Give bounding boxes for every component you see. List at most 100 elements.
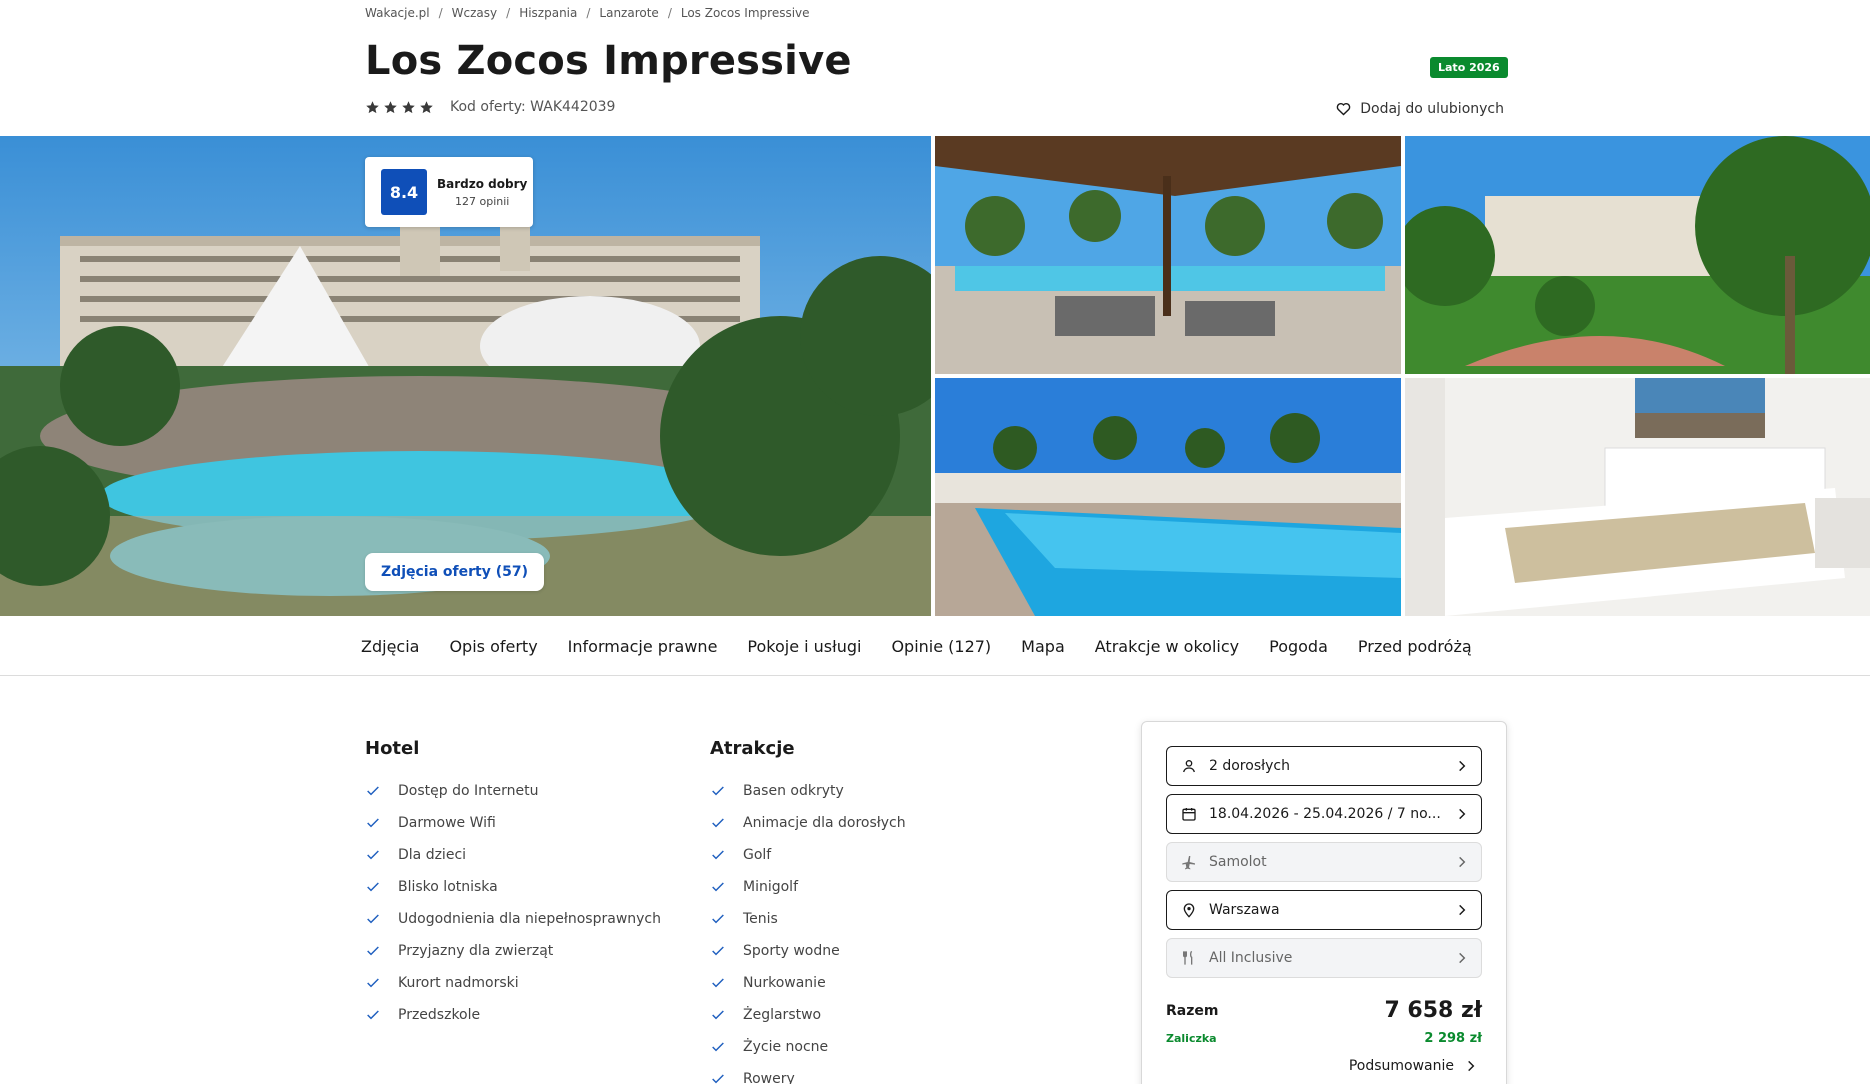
hotel-features-section: Hotel Dostęp do Internetu Darmowe Wifi Dla…: [365, 738, 661, 1031]
gallery-photo-terrace[interactable]: [935, 136, 1401, 374]
hotel-meta-row: Kod oferty: WAK442039: [365, 99, 615, 115]
chevron-right-icon: [1459, 760, 1466, 772]
feature-label: Tenis: [743, 911, 778, 927]
attractions-section: Atrakcje Basen odkryty Animacje dla doros…: [710, 738, 906, 1084]
tab-before-travel[interactable]: Przed podróżą: [1358, 637, 1472, 656]
breadcrumb-link-holidays[interactable]: Wczasy: [452, 6, 497, 20]
tab-reviews[interactable]: Opinie (127): [891, 637, 991, 656]
total-price: 7 658 zł: [1384, 998, 1482, 1023]
breadcrumb: Wakacje.pl / Wczasy / Hiszpania / Lanzar…: [365, 6, 810, 20]
feature-item: Udogodnienia dla niepełnosprawnych: [365, 903, 661, 935]
rating-label: Bardzo dobry: [437, 176, 528, 191]
feature-item: Żeglarstwo: [710, 999, 906, 1031]
dates-value: 18.04.2026 - 25.04.2026 / 7 no...: [1209, 806, 1441, 822]
checkmark-icon: [367, 818, 379, 828]
checkmark-icon: [712, 850, 724, 860]
summary-label: Podsumowanie: [1348, 1058, 1454, 1074]
feature-label: Dostęp do Internetu: [398, 783, 539, 799]
feature-item: Tenis: [710, 903, 906, 935]
pool-terrace-image: [935, 136, 1401, 374]
gallery-photo-garden[interactable]: [1405, 136, 1870, 374]
feature-label: Darmowe Wifi: [398, 815, 496, 831]
departure-city-selector[interactable]: Warszawa: [1166, 890, 1482, 930]
checkmark-icon: [712, 946, 724, 956]
travellers-selector[interactable]: 2 dorosłych: [1166, 746, 1482, 786]
feature-item: Przedszkole: [365, 999, 661, 1031]
heart-icon: [1336, 102, 1351, 116]
rating-count: 127 opinii: [454, 194, 510, 208]
feature-label: Żeglarstwo: [743, 1007, 822, 1023]
feature-label: Animacje dla dorosłych: [743, 815, 906, 831]
feature-item: Kurort nadmorski: [365, 967, 661, 999]
view-photos-button[interactable]: Zdjęcia oferty (57): [365, 553, 544, 591]
feature-item: Basen odkryty: [710, 775, 906, 807]
board-type-selector[interactable]: All Inclusive: [1166, 938, 1482, 978]
gallery-photo-pool[interactable]: [935, 378, 1401, 616]
checkmark-icon: [367, 850, 379, 860]
checkmark-icon: [712, 1074, 724, 1084]
checkmark-icon: [712, 978, 724, 988]
bedroom-image: [1405, 378, 1870, 616]
tab-description[interactable]: Opis oferty: [449, 637, 537, 656]
checkmark-icon: [712, 1042, 724, 1052]
travellers-value: 2 dorosłych: [1209, 758, 1290, 774]
breadcrumb-link-region[interactable]: Lanzarote: [599, 6, 658, 20]
tab-map[interactable]: Mapa: [1021, 637, 1065, 656]
feature-item: Golf: [710, 839, 906, 871]
star-icon: [420, 100, 433, 113]
checkmark-icon: [367, 1010, 379, 1020]
tab-rooms-services[interactable]: Pokoje i usługi: [747, 637, 861, 656]
chevron-right-icon: [1468, 1060, 1475, 1072]
tab-photos[interactable]: Zdjęcia: [361, 637, 419, 656]
star-icon: [366, 100, 379, 113]
tab-legal-info[interactable]: Informacje prawne: [568, 637, 718, 656]
deposit-row: Zaliczka 2 298 zł: [1166, 1031, 1482, 1046]
gallery-photo-room[interactable]: [1405, 378, 1870, 616]
feature-label: Rowery: [743, 1071, 795, 1084]
transport-selector[interactable]: Samolot: [1166, 842, 1482, 882]
feature-item: Przyjazny dla zwierząt: [365, 935, 661, 967]
pool-image: [935, 378, 1401, 616]
summary-link[interactable]: Podsumowanie: [1349, 1058, 1478, 1074]
favorites-label: Dodaj do ulubionych: [1360, 100, 1504, 117]
section-tabs: Zdjęcia Opis oferty Informacje prawne Po…: [0, 616, 1870, 676]
breadcrumb-link-home[interactable]: Wakacje.pl: [365, 6, 430, 20]
star-icon: [384, 100, 397, 113]
tab-nearby-attractions[interactable]: Atrakcje w okolicy: [1095, 637, 1239, 656]
dates-selector[interactable]: 18.04.2026 - 25.04.2026 / 7 no...: [1166, 794, 1482, 834]
departure-value: Warszawa: [1209, 902, 1280, 918]
add-to-favorites-button[interactable]: Dodaj do ulubionych: [1335, 100, 1504, 117]
hotel-features-title: Hotel: [365, 738, 420, 759]
checkmark-icon: [712, 914, 724, 924]
feature-label: Udogodnienia dla niepełnosprawnych: [398, 911, 661, 927]
feature-label: Nurkowanie: [743, 975, 826, 991]
location-pin-icon: [1183, 903, 1195, 918]
feature-label: Golf: [743, 847, 772, 863]
photo-gallery: 8.4 Bardzo dobry 127 opinii Zdjęcia ofer…: [0, 136, 1870, 616]
feature-item: Sporty wodne: [710, 935, 906, 967]
checkmark-icon: [367, 914, 379, 924]
booking-panel: 2 dorosłych 18.04.2026 - 25.04.2026 / 7 …: [1141, 721, 1507, 1084]
star-icon: [402, 100, 415, 113]
feature-label: Sporty wodne: [743, 943, 840, 959]
feature-item: Życie nocne: [710, 1031, 906, 1063]
checkmark-icon: [712, 1010, 724, 1020]
feature-label: Życie nocne: [743, 1039, 829, 1055]
rating-card[interactable]: 8.4 Bardzo dobry 127 opinii: [365, 157, 533, 227]
feature-label: Blisko lotniska: [398, 879, 498, 895]
transport-value: Samolot: [1209, 854, 1267, 870]
plane-icon: [1182, 856, 1195, 870]
tab-weather[interactable]: Pogoda: [1269, 637, 1328, 656]
chevron-right-icon: [1459, 856, 1466, 868]
checkmark-icon: [712, 818, 724, 828]
feature-item: Minigolf: [710, 871, 906, 903]
feature-label: Przyjazny dla zwierząt: [398, 943, 554, 959]
feature-item: Blisko lotniska: [365, 871, 661, 903]
feature-label: Przedszkole: [398, 1007, 481, 1023]
hotel-star-rating: [365, 100, 434, 115]
breadcrumb-link-country[interactable]: Hiszpania: [519, 6, 577, 20]
attractions-list: Basen odkryty Animacje dla dorosłych Golf M…: [710, 775, 906, 1084]
feature-label: Kurort nadmorski: [398, 975, 519, 991]
offer-code: Kod oferty: WAK442039: [450, 99, 616, 115]
breadcrumb-separator: /: [667, 6, 672, 20]
